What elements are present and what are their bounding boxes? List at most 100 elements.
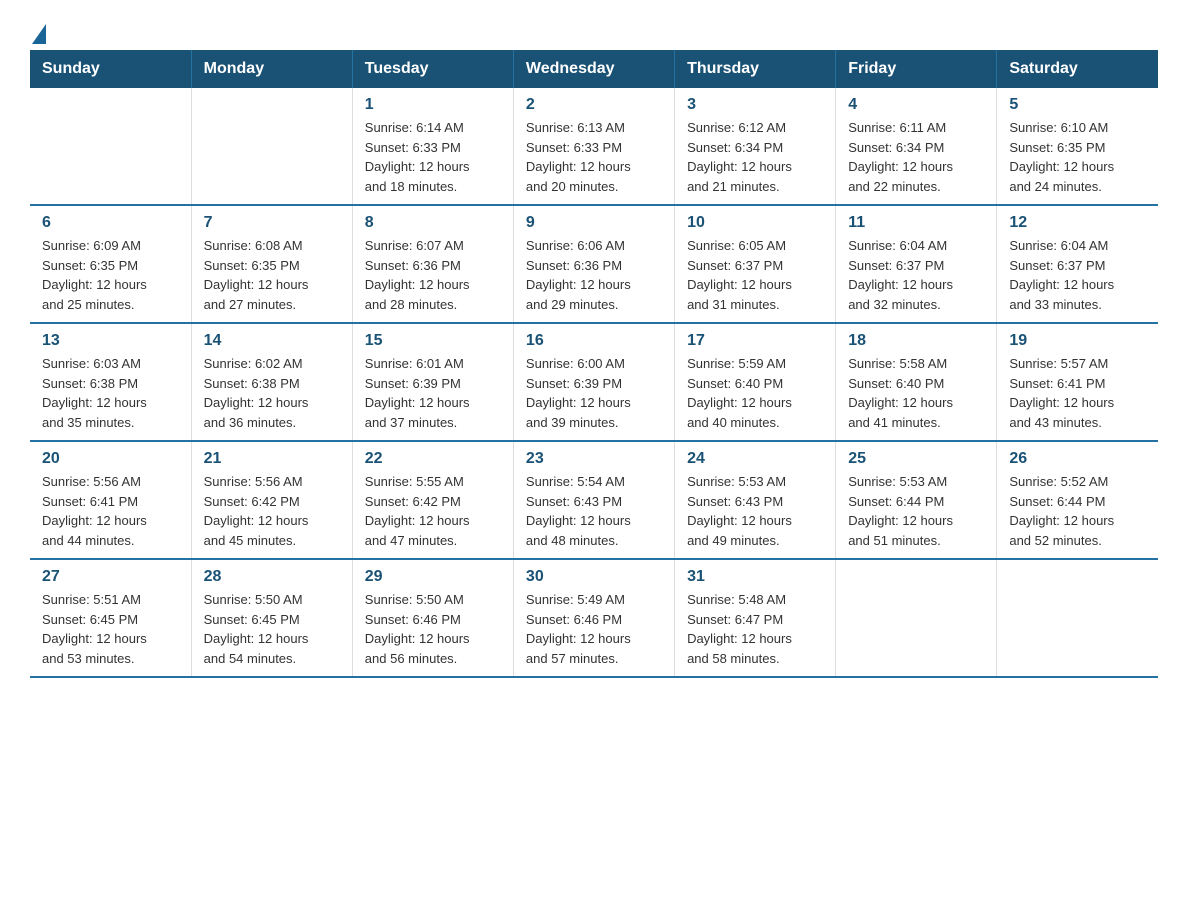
day-number: 12: [1009, 214, 1146, 232]
calendar-header-thursday: Thursday: [675, 50, 836, 88]
day-info: Sunrise: 6:04 AM Sunset: 6:37 PM Dayligh…: [1009, 236, 1146, 314]
calendar-week-row: 20Sunrise: 5:56 AM Sunset: 6:41 PM Dayli…: [30, 441, 1158, 559]
day-info: Sunrise: 5:51 AM Sunset: 6:45 PM Dayligh…: [42, 590, 179, 668]
calendar-header-monday: Monday: [191, 50, 352, 88]
day-info: Sunrise: 6:06 AM Sunset: 6:36 PM Dayligh…: [526, 236, 662, 314]
day-number: 16: [526, 332, 662, 350]
calendar-cell: 9Sunrise: 6:06 AM Sunset: 6:36 PM Daylig…: [513, 205, 674, 323]
day-info: Sunrise: 6:02 AM Sunset: 6:38 PM Dayligh…: [204, 354, 340, 432]
calendar-cell: 3 Sunrise: 6:12 AM Sunset: 6:34 PM Daylig…: [675, 88, 836, 205]
calendar-header-tuesday: Tuesday: [352, 50, 513, 88]
calendar-cell: 5 Sunrise: 6:10 AM Sunset: 6:35 PM Daylig…: [997, 88, 1158, 205]
calendar-cell: 2Sunrise: 6:13 AM Sunset: 6:33 PM Daylig…: [513, 88, 674, 205]
day-info: Sunrise: 6:14 AM Sunset: 6:33 PM Dayligh…: [365, 118, 501, 196]
calendar-cell: 21 Sunrise: 5:56 AM Sunset: 6:42 PM Dayli…: [191, 441, 352, 559]
calendar-header-sunday: Sunday: [30, 50, 191, 88]
day-info: Sunrise: 5:56 AM Sunset: 6:41 PM Dayligh…: [42, 472, 179, 550]
calendar-cell: 20Sunrise: 5:56 AM Sunset: 6:41 PM Dayli…: [30, 441, 191, 559]
day-info: Sunrise: 6:10 AM Sunset: 6:35 PM Dayligh…: [1009, 118, 1146, 196]
day-number: 29: [365, 568, 501, 586]
day-info: Sunrise: 5:54 AM Sunset: 6:43 PM Dayligh…: [526, 472, 662, 550]
day-number: 28: [204, 568, 340, 586]
calendar-cell: 13 Sunrise: 6:03 AM Sunset: 6:38 PM Dayli…: [30, 323, 191, 441]
calendar-cell: 22 Sunrise: 5:55 AM Sunset: 6:42 PM Dayli…: [352, 441, 513, 559]
day-info: Sunrise: 6:03 AM Sunset: 6:38 PM Dayligh…: [42, 354, 179, 432]
calendar-cell: [836, 559, 997, 677]
calendar-cell: 6 Sunrise: 6:09 AM Sunset: 6:35 PM Daylig…: [30, 205, 191, 323]
day-number: 22: [365, 450, 501, 468]
calendar-week-row: 27 Sunrise: 5:51 AM Sunset: 6:45 PM Dayli…: [30, 559, 1158, 677]
day-info: Sunrise: 5:53 AM Sunset: 6:44 PM Dayligh…: [848, 472, 984, 550]
calendar-cell: 11 Sunrise: 6:04 AM Sunset: 6:37 PM Dayli…: [836, 205, 997, 323]
logo: [30, 20, 46, 40]
day-info: Sunrise: 6:07 AM Sunset: 6:36 PM Dayligh…: [365, 236, 501, 314]
day-info: Sunrise: 6:11 AM Sunset: 6:34 PM Dayligh…: [848, 118, 984, 196]
calendar-cell: [30, 88, 191, 205]
day-number: 7: [204, 214, 340, 232]
calendar-header-saturday: Saturday: [997, 50, 1158, 88]
day-info: Sunrise: 5:49 AM Sunset: 6:46 PM Dayligh…: [526, 590, 662, 668]
day-number: 24: [687, 450, 823, 468]
day-number: 15: [365, 332, 501, 350]
day-number: 2: [526, 96, 662, 114]
day-number: 30: [526, 568, 662, 586]
day-info: Sunrise: 5:50 AM Sunset: 6:46 PM Dayligh…: [365, 590, 501, 668]
calendar-cell: 29 Sunrise: 5:50 AM Sunset: 6:46 PM Dayli…: [352, 559, 513, 677]
day-info: Sunrise: 5:57 AM Sunset: 6:41 PM Dayligh…: [1009, 354, 1146, 432]
calendar-table: SundayMondayTuesdayWednesdayThursdayFrid…: [30, 50, 1158, 678]
day-number: 18: [848, 332, 984, 350]
calendar-cell: 17Sunrise: 5:59 AM Sunset: 6:40 PM Dayli…: [675, 323, 836, 441]
calendar-cell: 30 Sunrise: 5:49 AM Sunset: 6:46 PM Dayli…: [513, 559, 674, 677]
calendar-header-row: SundayMondayTuesdayWednesdayThursdayFrid…: [30, 50, 1158, 88]
logo-triangle-icon: [32, 24, 46, 44]
calendar-cell: [191, 88, 352, 205]
day-info: Sunrise: 6:04 AM Sunset: 6:37 PM Dayligh…: [848, 236, 984, 314]
day-info: Sunrise: 5:52 AM Sunset: 6:44 PM Dayligh…: [1009, 472, 1146, 550]
calendar-cell: 15 Sunrise: 6:01 AM Sunset: 6:39 PM Dayli…: [352, 323, 513, 441]
day-number: 5: [1009, 96, 1146, 114]
day-info: Sunrise: 6:05 AM Sunset: 6:37 PM Dayligh…: [687, 236, 823, 314]
day-number: 19: [1009, 332, 1146, 350]
day-info: Sunrise: 6:01 AM Sunset: 6:39 PM Dayligh…: [365, 354, 501, 432]
calendar-cell: 19 Sunrise: 5:57 AM Sunset: 6:41 PM Dayli…: [997, 323, 1158, 441]
day-info: Sunrise: 5:50 AM Sunset: 6:45 PM Dayligh…: [204, 590, 340, 668]
day-number: 27: [42, 568, 179, 586]
calendar-cell: 26Sunrise: 5:52 AM Sunset: 6:44 PM Dayli…: [997, 441, 1158, 559]
day-number: 1: [365, 96, 501, 114]
day-info: Sunrise: 5:53 AM Sunset: 6:43 PM Dayligh…: [687, 472, 823, 550]
day-info: Sunrise: 6:08 AM Sunset: 6:35 PM Dayligh…: [204, 236, 340, 314]
day-number: 8: [365, 214, 501, 232]
calendar-cell: 18 Sunrise: 5:58 AM Sunset: 6:40 PM Dayli…: [836, 323, 997, 441]
day-info: Sunrise: 6:12 AM Sunset: 6:34 PM Dayligh…: [687, 118, 823, 196]
day-info: Sunrise: 6:09 AM Sunset: 6:35 PM Dayligh…: [42, 236, 179, 314]
day-number: 4: [848, 96, 984, 114]
calendar-cell: 27 Sunrise: 5:51 AM Sunset: 6:45 PM Dayli…: [30, 559, 191, 677]
day-info: Sunrise: 6:00 AM Sunset: 6:39 PM Dayligh…: [526, 354, 662, 432]
calendar-cell: [997, 559, 1158, 677]
calendar-cell: 16 Sunrise: 6:00 AM Sunset: 6:39 PM Dayli…: [513, 323, 674, 441]
calendar-cell: 1 Sunrise: 6:14 AM Sunset: 6:33 PM Daylig…: [352, 88, 513, 205]
calendar-cell: 4 Sunrise: 6:11 AM Sunset: 6:34 PM Daylig…: [836, 88, 997, 205]
calendar-cell: 14 Sunrise: 6:02 AM Sunset: 6:38 PM Dayli…: [191, 323, 352, 441]
day-info: Sunrise: 5:58 AM Sunset: 6:40 PM Dayligh…: [848, 354, 984, 432]
day-number: 11: [848, 214, 984, 232]
calendar-cell: 31Sunrise: 5:48 AM Sunset: 6:47 PM Dayli…: [675, 559, 836, 677]
day-number: 3: [687, 96, 823, 114]
day-info: Sunrise: 5:55 AM Sunset: 6:42 PM Dayligh…: [365, 472, 501, 550]
day-number: 23: [526, 450, 662, 468]
calendar-week-row: 6 Sunrise: 6:09 AM Sunset: 6:35 PM Daylig…: [30, 205, 1158, 323]
calendar-cell: 10 Sunrise: 6:05 AM Sunset: 6:37 PM Dayli…: [675, 205, 836, 323]
calendar-cell: 8 Sunrise: 6:07 AM Sunset: 6:36 PM Daylig…: [352, 205, 513, 323]
day-number: 14: [204, 332, 340, 350]
day-number: 10: [687, 214, 823, 232]
day-number: 21: [204, 450, 340, 468]
calendar-week-row: 13 Sunrise: 6:03 AM Sunset: 6:38 PM Dayli…: [30, 323, 1158, 441]
day-number: 25: [848, 450, 984, 468]
day-number: 6: [42, 214, 179, 232]
calendar-header-friday: Friday: [836, 50, 997, 88]
day-number: 13: [42, 332, 179, 350]
day-info: Sunrise: 5:56 AM Sunset: 6:42 PM Dayligh…: [204, 472, 340, 550]
calendar-cell: 24 Sunrise: 5:53 AM Sunset: 6:43 PM Dayli…: [675, 441, 836, 559]
calendar-header-wednesday: Wednesday: [513, 50, 674, 88]
day-info: Sunrise: 5:48 AM Sunset: 6:47 PM Dayligh…: [687, 590, 823, 668]
